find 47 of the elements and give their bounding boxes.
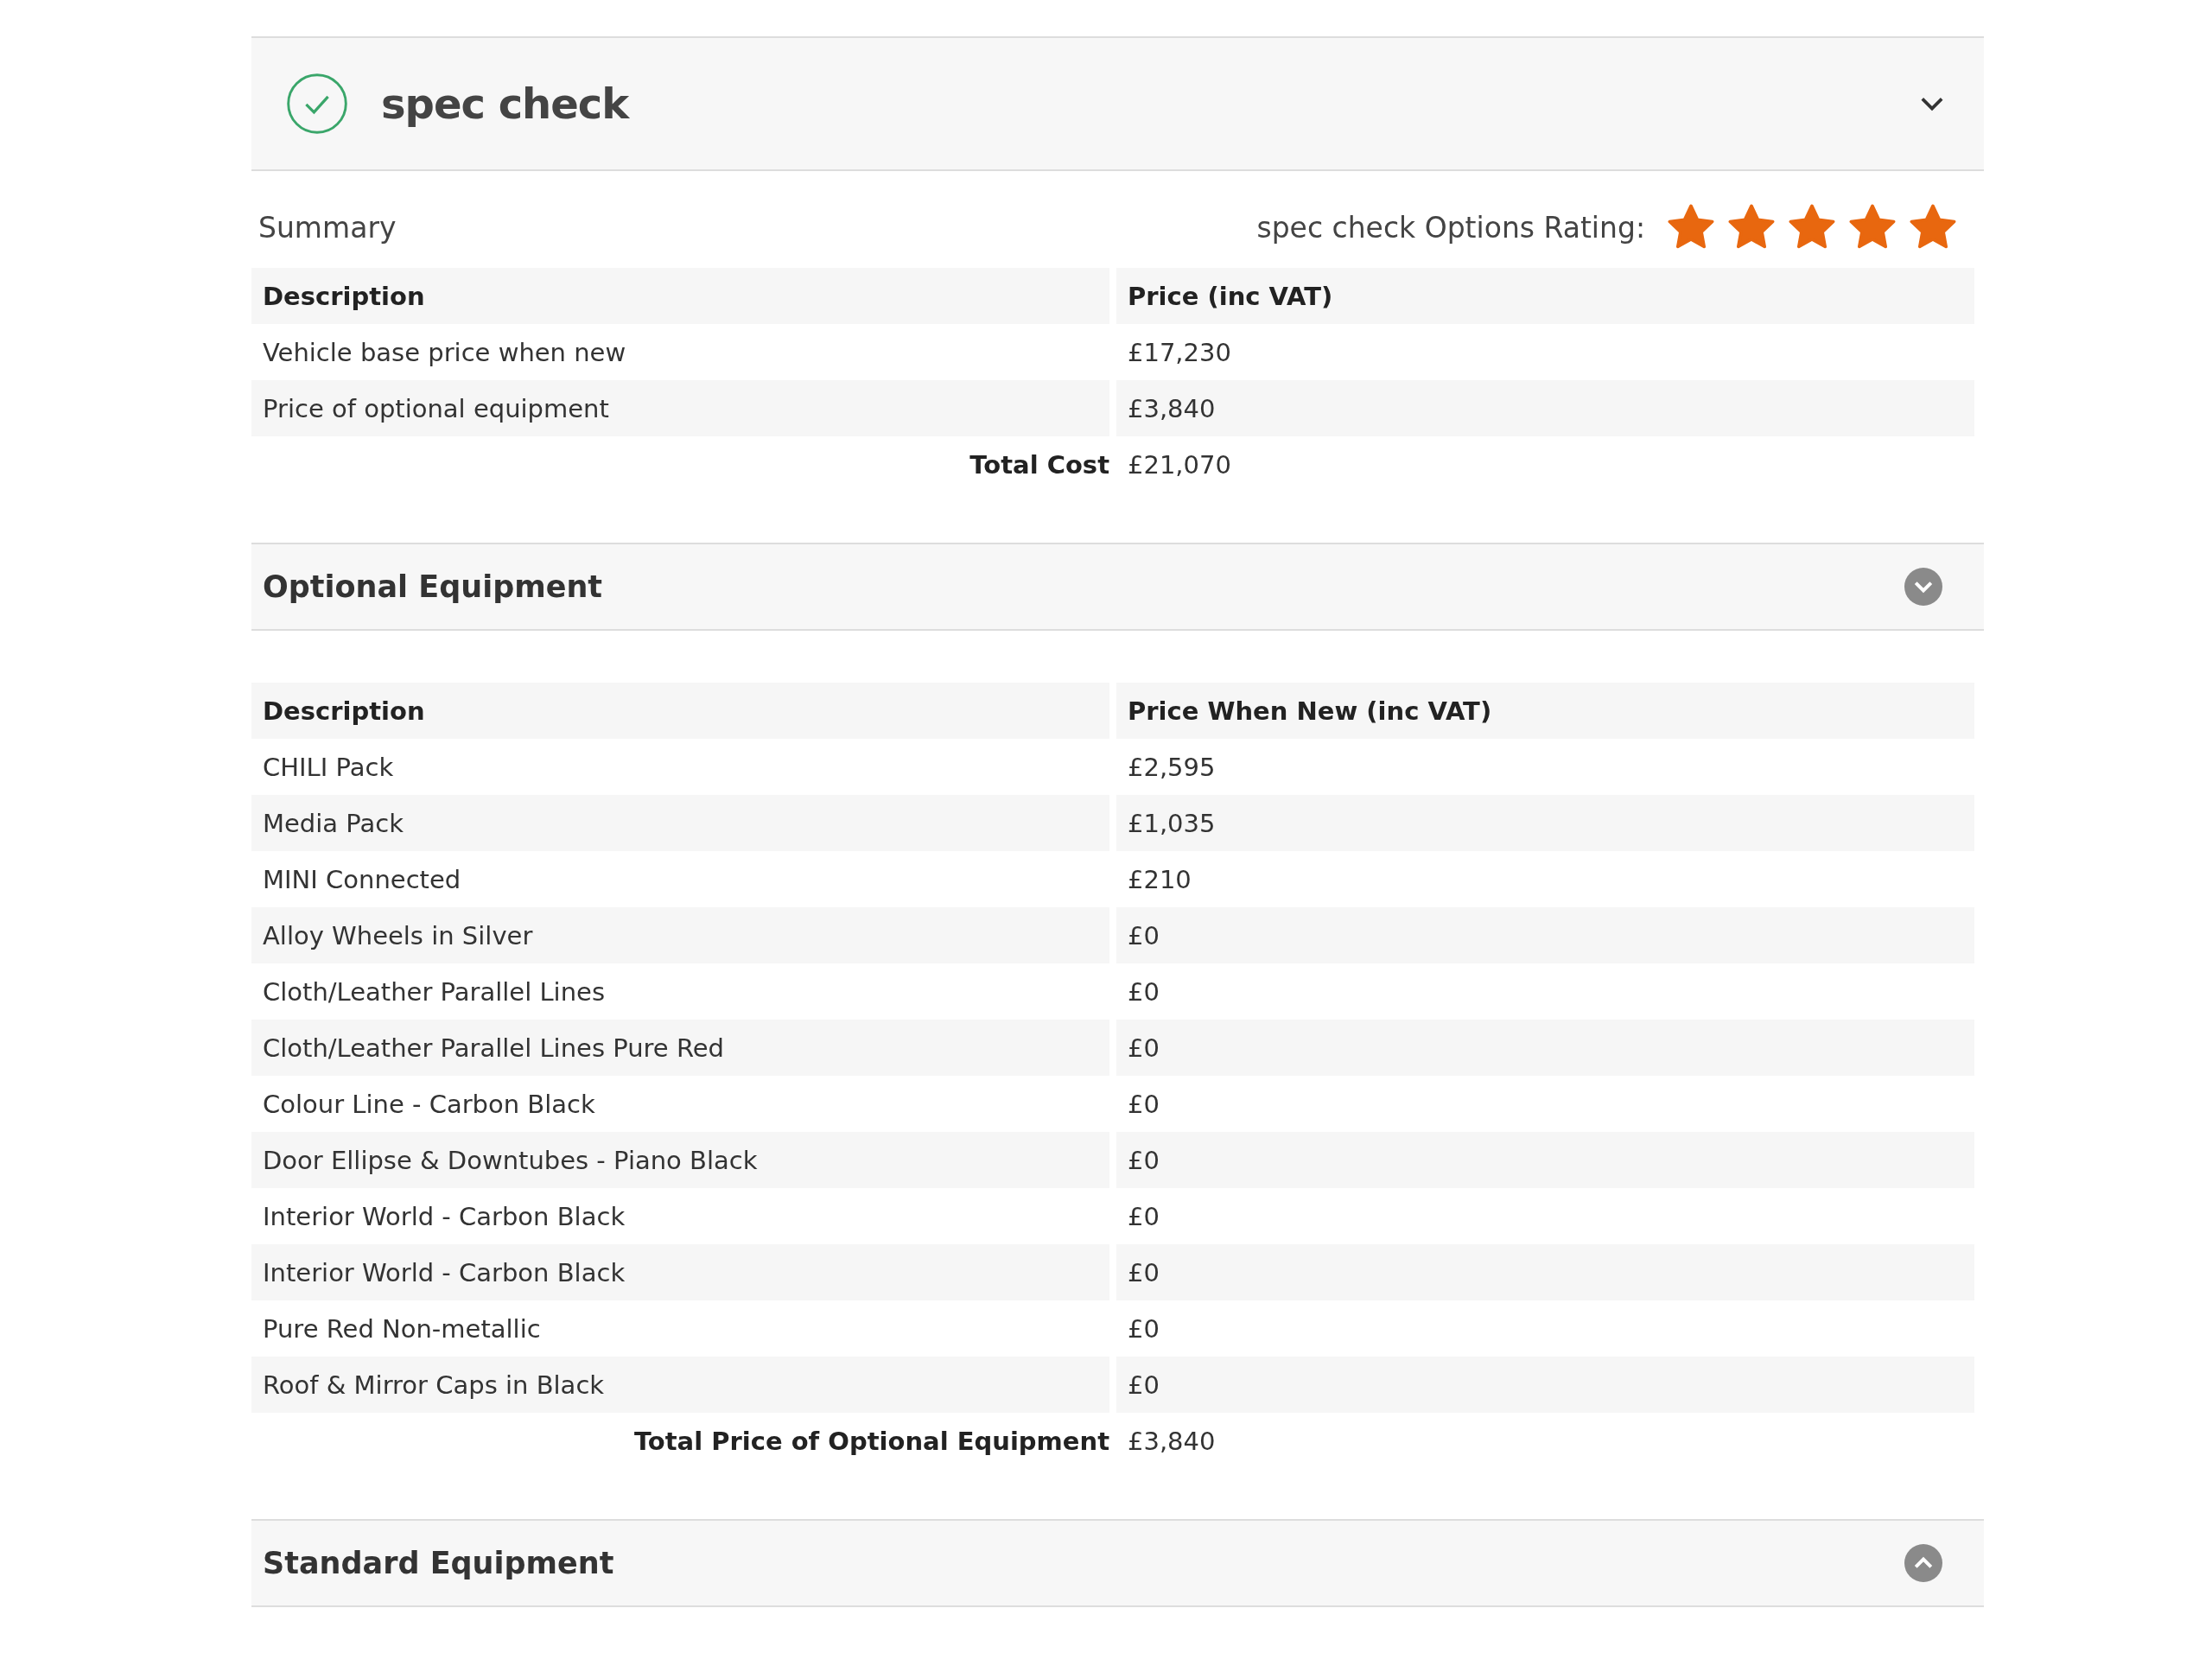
table-cell-text: £210 [1127, 863, 1192, 896]
table-cell: Door Ellipse & Downtubes - Piano Black [251, 1132, 1109, 1188]
table-cell-text: £0 [1127, 976, 1160, 1008]
table-cell-text: £0 [1127, 1088, 1160, 1121]
column-header: Description [251, 268, 1109, 324]
table-cell: £0 [1116, 1020, 1974, 1076]
table-cell: £0 [1116, 1132, 1974, 1188]
table-cell-text: £0 [1127, 1200, 1160, 1233]
table-cell: £3,840 [1116, 380, 1974, 436]
table-cell-text: Interior World - Carbon Black [262, 1200, 626, 1233]
column-header: Price When New (inc VAT) [1116, 683, 1974, 739]
chevron-down-icon [1904, 568, 1942, 606]
column-header: Description [251, 683, 1109, 739]
total-label: Total Cost [969, 448, 1109, 481]
total-value: £3,840 [1127, 1425, 1217, 1458]
table-cell: Media Pack [251, 795, 1109, 851]
rating-label: spec check Options Rating: [1256, 210, 1645, 245]
chevron-icon [1920, 96, 1944, 111]
table-cell-text: £17,230 [1127, 336, 1232, 369]
table-cell-text: Pure Red Non-metallic [262, 1313, 542, 1345]
table-cell: £0 [1116, 1357, 1974, 1413]
table-cell: Alloy Wheels in Silver [251, 907, 1109, 963]
brand-title: spec check [381, 79, 631, 128]
total-label: Total Price of Optional Equipment [632, 1425, 1109, 1458]
table-cell-text: £0 [1127, 1313, 1160, 1345]
table-cell: £0 [1116, 907, 1974, 963]
column-header: Price (inc VAT) [1116, 268, 1974, 324]
table-cell-text: £2,595 [1127, 751, 1217, 784]
check-circle-icon [286, 73, 348, 135]
chevron-up-icon [1904, 1544, 1942, 1582]
table-cell-text: MINI Connected [262, 863, 462, 896]
table-cell: Roof & Mirror Caps in Black [251, 1357, 1109, 1413]
table-cell: Interior World - Carbon Black [251, 1244, 1109, 1300]
table-cell: Price of optional equipment [251, 380, 1109, 436]
table-cell-text: CHILI Pack [262, 751, 395, 784]
table-cell-text: Colour Line - Carbon Black [262, 1088, 596, 1121]
table-cell: £0 [1116, 1244, 1974, 1300]
total-value: £21,070 [1127, 448, 1232, 481]
table-cell-text: Vehicle base price when new [262, 336, 627, 369]
table-cell: Cloth/Leather Parallel Lines Pure Red [251, 1020, 1109, 1076]
summary-title: Summary [258, 210, 397, 245]
table-cell: £1,035 [1116, 795, 1974, 851]
toggle-button[interactable] [1904, 568, 1942, 606]
section-title: Standard Equipment [263, 1546, 614, 1580]
table-cell-text: Cloth/Leather Parallel Lines [262, 976, 606, 1008]
section-title: Optional Equipment [263, 569, 603, 604]
toggle-button[interactable] [1904, 1544, 1942, 1582]
